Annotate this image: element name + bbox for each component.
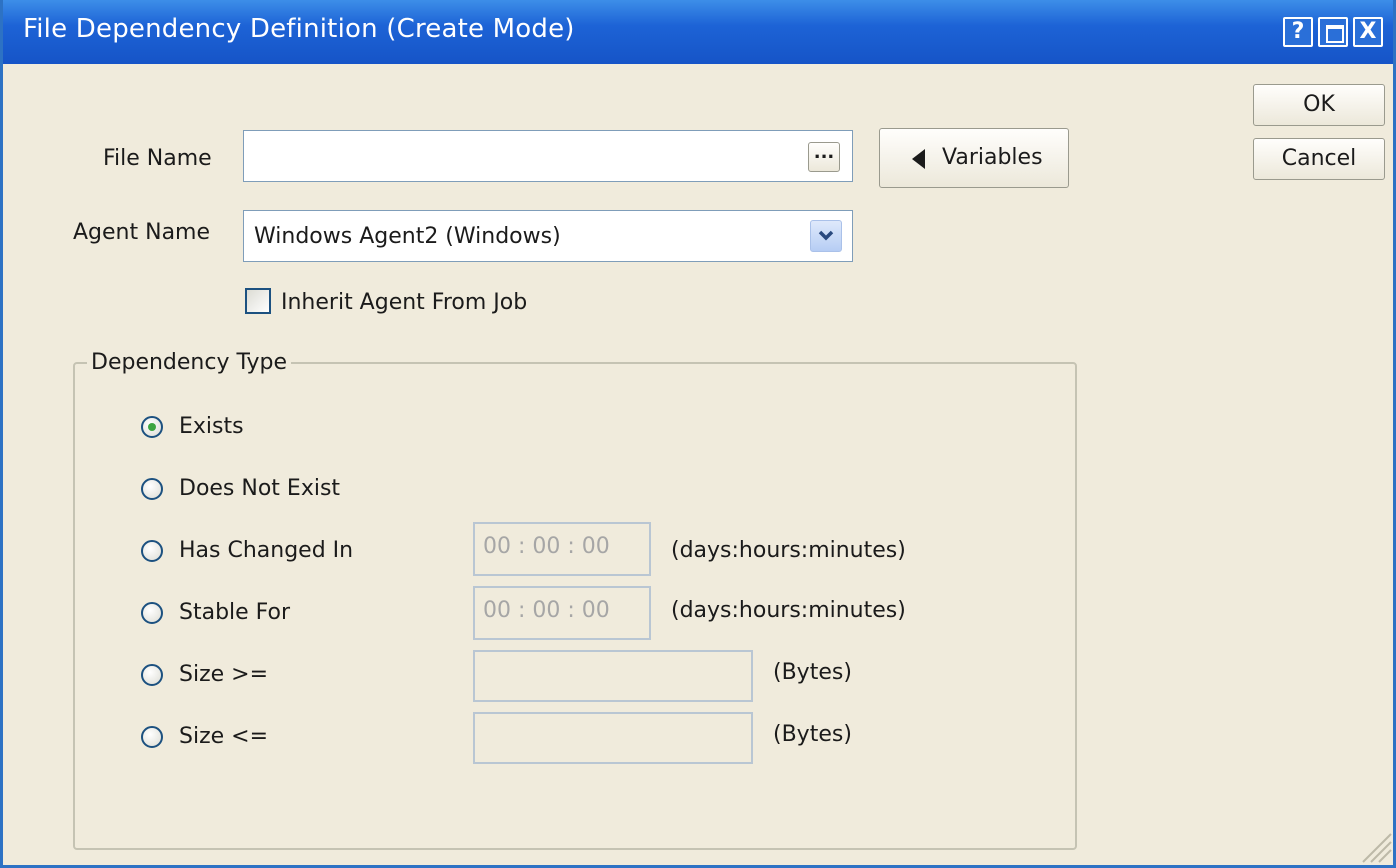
- window-title: File Dependency Definition (Create Mode): [23, 14, 575, 44]
- size-gte-unit: (Bytes): [773, 660, 852, 685]
- has-changed-in-duration-field[interactable]: 00 : 00 : 00: [473, 522, 651, 576]
- maximize-button[interactable]: [1318, 17, 1348, 47]
- inherit-agent-checkbox[interactable]: [245, 288, 271, 314]
- has-changed-in-radio[interactable]: [141, 540, 163, 562]
- variables-button-label: Variables: [942, 145, 1043, 170]
- exists-radio[interactable]: [141, 416, 163, 438]
- browse-button[interactable]: ...: [808, 142, 840, 172]
- ok-button[interactable]: OK: [1253, 84, 1385, 126]
- does-not-exist-radio[interactable]: [141, 478, 163, 500]
- file-name-label: File Name: [103, 146, 212, 171]
- has-changed-in-label: Has Changed In: [179, 538, 354, 563]
- ellipsis-icon: ...: [813, 142, 835, 163]
- title-bar[interactable]: File Dependency Definition (Create Mode)…: [3, 0, 1393, 64]
- triangle-left-icon: [912, 149, 925, 169]
- cancel-button[interactable]: Cancel: [1253, 138, 1385, 180]
- maximize-icon: [1326, 25, 1344, 43]
- stable-for-value: 00 : 00 : 00: [483, 598, 610, 623]
- file-name-input[interactable]: ...: [243, 130, 853, 182]
- does-not-exist-label: Does Not Exist: [179, 476, 341, 501]
- size-lte-radio[interactable]: [141, 726, 163, 748]
- size-gte-field[interactable]: [473, 650, 753, 702]
- has-changed-in-unit: (days:hours:minutes): [671, 538, 906, 563]
- dependency-type-legend: Dependency Type: [87, 350, 292, 375]
- stable-for-radio[interactable]: [141, 602, 163, 624]
- chevron-down-icon: [818, 230, 834, 241]
- inherit-agent-label: Inherit Agent From Job: [281, 290, 528, 315]
- dropdown-button[interactable]: [810, 220, 842, 252]
- agent-name-value: Windows Agent2 (Windows): [254, 224, 561, 249]
- close-button[interactable]: X: [1353, 17, 1383, 47]
- stable-for-duration-field[interactable]: 00 : 00 : 00: [473, 586, 651, 640]
- size-lte-label: Size <=: [179, 724, 269, 749]
- size-gte-label: Size >=: [179, 662, 269, 687]
- resize-grip-icon[interactable]: [1357, 828, 1393, 864]
- variables-button[interactable]: Variables: [879, 128, 1069, 188]
- agent-name-select[interactable]: Windows Agent2 (Windows): [243, 210, 853, 262]
- agent-name-label: Agent Name: [73, 220, 211, 245]
- size-lte-field[interactable]: [473, 712, 753, 764]
- help-button[interactable]: ?: [1283, 17, 1313, 47]
- exists-label: Exists: [179, 414, 244, 439]
- stable-for-label: Stable For: [179, 600, 291, 625]
- size-lte-unit: (Bytes): [773, 722, 852, 747]
- dialog-window: File Dependency Definition (Create Mode)…: [0, 0, 1396, 868]
- has-changed-in-value: 00 : 00 : 00: [483, 534, 610, 559]
- size-gte-radio[interactable]: [141, 664, 163, 686]
- stable-for-unit: (days:hours:minutes): [671, 598, 906, 623]
